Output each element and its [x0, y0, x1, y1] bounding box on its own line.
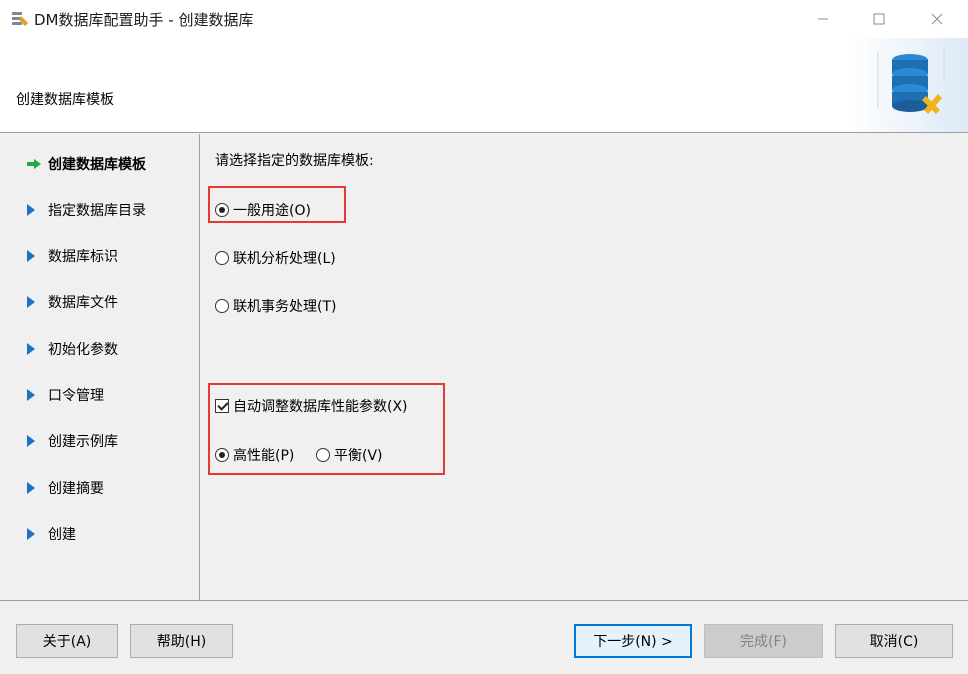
perf-radio-high[interactable]: 高性能(P): [215, 445, 294, 465]
nav-step-create-template: 创建数据库模板: [26, 154, 146, 174]
nav-step-sample-db: 创建示例库: [26, 431, 118, 451]
finish-button[interactable]: 完成(F): [704, 624, 823, 658]
template-radio-oltp[interactable]: 联机事务处理(T): [215, 296, 336, 316]
nav-step-label: 创建数据库模板: [48, 157, 146, 173]
radio-label: 联机事务处理(T): [233, 299, 337, 315]
blue-triangle-icon: [26, 524, 48, 544]
nav-step-db-files: 数据库文件: [26, 292, 118, 312]
radio-label: 平衡(V): [334, 448, 383, 464]
dialog-window: DM数据库配置助手 - 创建数据库 创建数据库模板 创建数据库模板 指定数据库目…: [0, 0, 968, 674]
maximize-icon[interactable]: [856, 0, 902, 38]
nav-step-create: 创建: [26, 524, 76, 544]
nav-step-label: 数据库文件: [48, 295, 118, 311]
blue-triangle-icon: [26, 246, 48, 266]
title-bar: DM数据库配置助手 - 创建数据库: [0, 0, 968, 38]
nav-step-label: 创建摘要: [48, 481, 104, 497]
radio-label: 高性能(P): [233, 448, 295, 464]
nav-step-label: 创建示例库: [48, 434, 118, 450]
database-tools-icon: [848, 38, 968, 132]
radio-label: 一般用途(O): [233, 203, 311, 219]
page-header: 创建数据库模板: [0, 38, 968, 133]
close-icon[interactable]: [914, 0, 960, 38]
perf-radio-balanced[interactable]: 平衡(V): [316, 445, 383, 465]
template-options-panel: 请选择指定的数据库模板: 一般用途(O) 联机分析处理(L) 联机事务处理(T)…: [201, 134, 968, 600]
next-button[interactable]: 下一步(N) >: [574, 624, 692, 658]
nav-step-label: 数据库标识: [48, 249, 118, 265]
minimize-icon[interactable]: [800, 0, 846, 38]
radio-empty-icon[interactable]: [316, 448, 330, 462]
nav-step-init-params: 初始化参数: [26, 339, 118, 359]
blue-triangle-icon: [26, 385, 48, 405]
nav-step-label: 指定数据库目录: [48, 203, 146, 219]
nav-step-label: 口令管理: [48, 388, 104, 404]
auto-tune-checkbox[interactable]: 自动调整数据库性能参数(X): [215, 396, 408, 416]
blue-triangle-icon: [26, 339, 48, 359]
blue-triangle-icon: [26, 292, 48, 312]
database-config-icon: [10, 10, 30, 28]
blue-triangle-icon: [26, 478, 48, 498]
window-title: DM数据库配置助手 - 创建数据库: [34, 11, 254, 29]
nav-step-password: 口令管理: [26, 385, 104, 405]
green-arrow-icon: [26, 154, 48, 174]
footer-divider: [0, 600, 968, 601]
about-button[interactable]: 关于(A): [16, 624, 118, 658]
wizard-steps-nav: 创建数据库模板 指定数据库目录 数据库标识 数据库文件 初始化参数 口令管理 创…: [0, 134, 200, 600]
nav-step-summary: 创建摘要: [26, 478, 104, 498]
checkbox-label: 自动调整数据库性能参数(X): [233, 399, 408, 415]
nav-step-label: 创建: [48, 527, 76, 543]
template-radio-general[interactable]: 一般用途(O): [215, 200, 311, 220]
radio-selected-icon[interactable]: [215, 448, 229, 462]
help-button[interactable]: 帮助(H): [130, 624, 233, 658]
cancel-button[interactable]: 取消(C): [835, 624, 953, 658]
nav-step-db-identity: 数据库标识: [26, 246, 118, 266]
template-prompt: 请选择指定的数据库模板:: [215, 153, 374, 169]
blue-triangle-icon: [26, 200, 48, 220]
radio-label: 联机分析处理(L): [233, 251, 336, 267]
nav-step-db-directory: 指定数据库目录: [26, 200, 146, 220]
radio-empty-icon[interactable]: [215, 251, 229, 265]
page-title: 创建数据库模板: [16, 92, 114, 108]
radio-selected-icon[interactable]: [215, 203, 229, 217]
checkbox-checked-icon[interactable]: [215, 399, 229, 413]
blue-triangle-icon: [26, 431, 48, 451]
radio-empty-icon[interactable]: [215, 299, 229, 313]
nav-step-label: 初始化参数: [48, 342, 118, 358]
template-radio-olap[interactable]: 联机分析处理(L): [215, 248, 336, 268]
